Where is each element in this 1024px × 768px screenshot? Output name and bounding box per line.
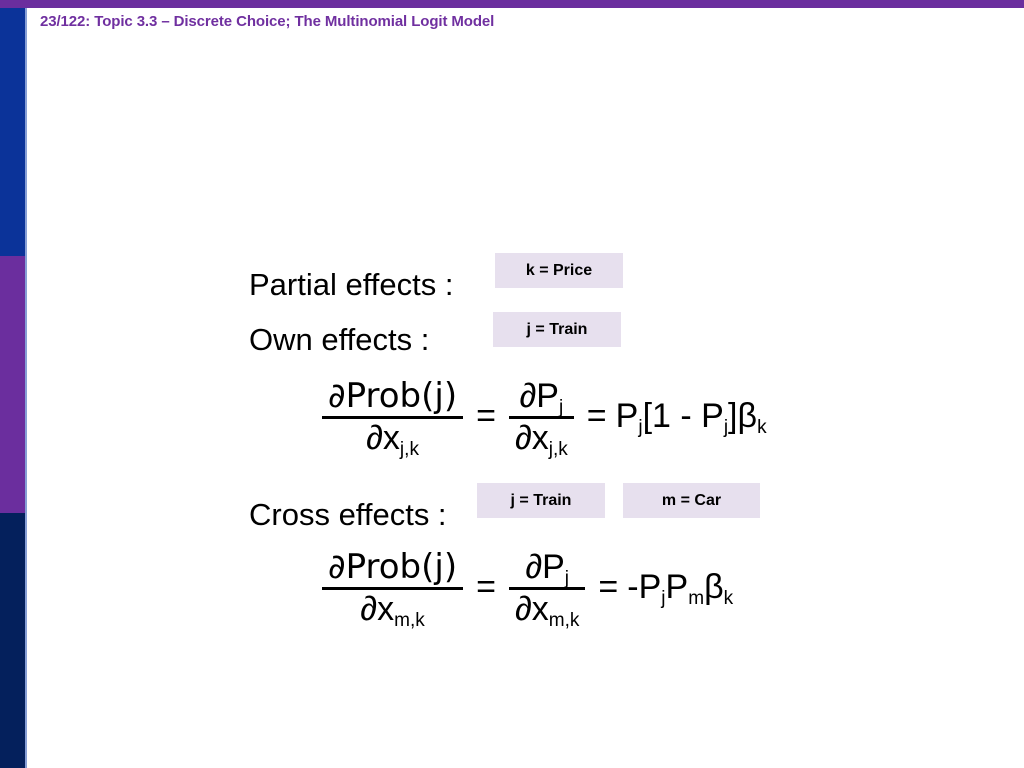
slide-content: Partial effects : k = Price Own effects … — [0, 0, 1024, 768]
partial-derivative-symbol: ∂Prob(j) — [328, 376, 458, 416]
denominator-subscript: m,k — [548, 610, 580, 632]
own-fraction-right: ∂Pj ∂xj,k — [508, 377, 574, 461]
denominator-subscript: m,k — [394, 610, 425, 632]
rhs-sub-b: j — [723, 417, 729, 439]
cross-numerator-left: ∂Prob(j) — [322, 549, 463, 586]
rhs-sub-c: k — [723, 588, 734, 610]
rhs-sub-c: k — [757, 417, 767, 439]
equals-sign-2: = — [586, 396, 607, 435]
cross-fraction-right: ∂Pj ∂xm,k — [508, 548, 586, 632]
cross-fraction-left: ∂Prob(j) ∂xm,k — [322, 549, 464, 632]
denominator-subscript: j,k — [399, 439, 419, 461]
denominator-subscript: j,k — [548, 439, 568, 461]
equals-sign-1: = — [476, 396, 496, 435]
own-right-hand-side: Pj[1 - Pj]βk — [616, 397, 767, 438]
denominator-text: ∂x — [360, 589, 395, 628]
equals-sign-1: = — [476, 567, 496, 606]
own-denominator-left: ∂xj,k — [360, 418, 425, 461]
rhs-term-a: P — [615, 396, 639, 435]
own-fraction-left: ∂Prob(j) ∂xj,k — [322, 378, 464, 461]
chip-j-train-own: j = Train — [493, 312, 621, 347]
rhs-sub-a: j — [638, 417, 643, 439]
rhs-term-c: ]β — [728, 396, 758, 435]
cross-denominator-right: ∂xm,k — [509, 589, 585, 632]
partial-derivative-symbol: ∂Prob(j) — [328, 547, 458, 587]
cross-effects-equation: ∂Prob(j) ∂xm,k = ∂Pj ∂xm,k = -PjPmβk — [318, 548, 733, 632]
chip-k-price: k = Price — [495, 253, 623, 288]
rhs-term-b: [1 - P — [642, 396, 724, 435]
own-numerator-left: ∂Prob(j) — [322, 378, 463, 415]
own-numerator-right: ∂Pj — [514, 377, 570, 419]
own-denominator-right: ∂xj,k — [509, 418, 574, 461]
rhs-term-a: -P — [627, 567, 662, 606]
numerator-subscript: j — [564, 568, 570, 590]
rhs-sub-b: m — [688, 588, 705, 610]
equals-sign-2: = — [598, 567, 619, 606]
own-effects-equation: ∂Prob(j) ∂xj,k = ∂Pj ∂xj,k = Pj[1 - Pj]β… — [318, 377, 767, 461]
numerator-text: ∂P — [525, 548, 565, 586]
numerator-subscript: j — [558, 397, 564, 419]
rhs-term-b: P — [665, 567, 689, 606]
own-effects-label: Own effects : — [249, 322, 430, 357]
partial-effects-label: Partial effects : — [249, 267, 454, 302]
denominator-text: ∂x — [514, 418, 549, 457]
denominator-text: ∂x — [366, 418, 400, 457]
numerator-text: ∂P — [519, 377, 559, 415]
chip-j-train-cross: j = Train — [477, 483, 605, 518]
denominator-text: ∂x — [514, 589, 549, 628]
cross-effects-label: Cross effects : — [249, 497, 447, 532]
rhs-sub-a: j — [661, 588, 666, 610]
cross-numerator-right: ∂Pj — [519, 548, 575, 590]
rhs-term-c: β — [704, 567, 724, 606]
cross-denominator-left: ∂xm,k — [354, 589, 430, 632]
chip-m-car: m = Car — [623, 483, 760, 518]
cross-right-hand-side: -PjPmβk — [627, 568, 733, 609]
